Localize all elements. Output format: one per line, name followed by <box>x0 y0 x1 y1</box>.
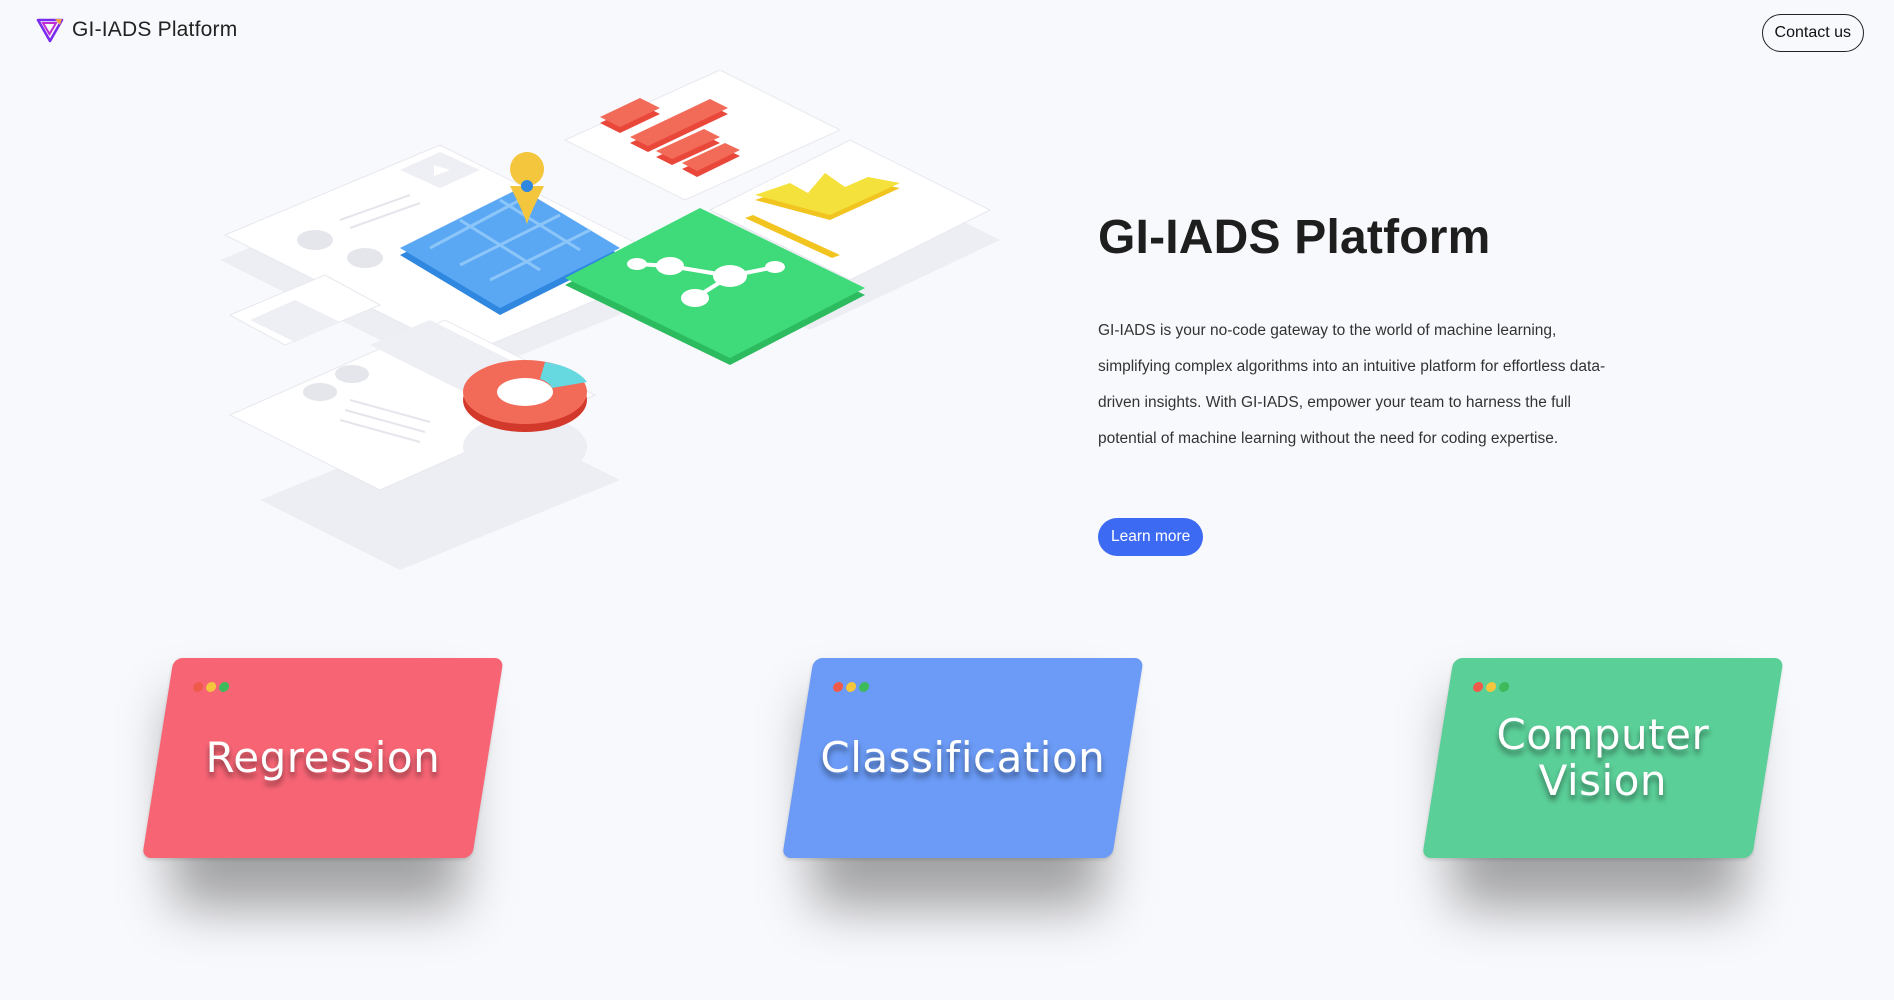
card-label: Computer Vision <box>1496 710 1710 805</box>
card-panel: Classification <box>782 658 1144 858</box>
learn-more-button[interactable]: Learn more <box>1098 518 1204 556</box>
placeholder-dot <box>335 365 369 383</box>
hero-text: GI-IADS Platform GI-IADS is your no-code… <box>1098 210 1618 457</box>
hero-description: GI-IADS is your no-code gateway to the w… <box>1098 322 1606 447</box>
placeholder-dot <box>347 248 383 268</box>
contact-us-button[interactable]: Contact us <box>1761 14 1864 52</box>
card-panel: Computer Vision <box>1422 658 1784 858</box>
placeholder-dot <box>303 383 337 401</box>
brand-logo-icon <box>36 18 64 43</box>
top-nav: GI-IADS Platform Contact us <box>0 0 1894 66</box>
location-pin-center <box>521 180 533 192</box>
brand[interactable]: GI-IADS Platform <box>36 16 237 44</box>
hero-illustration <box>220 70 1000 570</box>
card-panel: Regression <box>142 658 504 858</box>
placeholder-dot <box>297 230 333 250</box>
card-computer-vision[interactable]: Computer Vision <box>1422 658 1784 928</box>
card-label: Regression <box>205 733 441 782</box>
hero-title: GI-IADS Platform <box>1098 211 1491 264</box>
card-label: Classification <box>820 733 1106 782</box>
card-classification[interactable]: Classification <box>782 658 1144 928</box>
donut-hole <box>497 378 553 406</box>
brand-name: GI-IADS Platform <box>72 18 238 41</box>
card-regression[interactable]: Regression <box>142 658 504 928</box>
